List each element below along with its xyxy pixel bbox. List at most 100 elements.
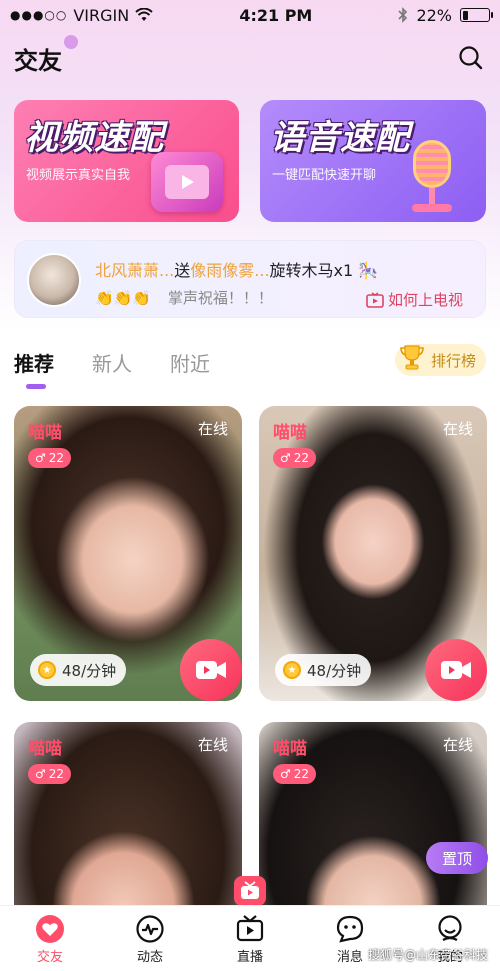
live-float-button[interactable] — [234, 876, 266, 906]
video-call-button[interactable] — [425, 639, 487, 701]
chat-face-icon — [336, 915, 364, 943]
play-icon — [182, 175, 194, 189]
bottom-navigation: 交友 动态 直播 消息 我的 搜狐号@山东帝谷科技 — [0, 905, 500, 971]
voice-match-title: 语音速配 — [270, 118, 410, 158]
heart-icon — [36, 915, 64, 943]
user-age: 22 — [48, 767, 65, 781]
tv-screen — [165, 165, 209, 199]
carousel-icon: 🎠 — [358, 261, 379, 280]
watermark: 搜狐号@山东帝谷科技 — [367, 948, 488, 962]
tab-new[interactable]: 新人 — [92, 348, 132, 377]
gift-sender[interactable]: 北风萧萧... — [95, 261, 174, 280]
status-left: ●●●○○ VIRGIN — [10, 6, 153, 25]
pin-to-top-button[interactable]: 置顶 — [426, 842, 488, 874]
video-camera-icon — [196, 661, 226, 679]
user-age: 22 — [293, 451, 310, 465]
user-name: 喵喵 — [273, 739, 307, 759]
app-header: 交友 — [0, 34, 500, 80]
video-match-card[interactable]: 视频速配 视频展示真实自我 — [14, 100, 239, 222]
page-title-text: 交友 — [14, 46, 62, 75]
online-status: 在线 — [197, 736, 228, 754]
how-to-get-on-tv-link[interactable]: 如何上电视 — [366, 289, 463, 310]
gift-blessing-line: 👏👏👏 掌声祝福！！！ — [95, 287, 273, 308]
online-status: 在线 — [442, 736, 473, 754]
search-icon — [459, 46, 483, 70]
user-name: 喵喵 — [28, 423, 62, 443]
status-right: 22% — [398, 5, 493, 25]
battery-level — [462, 10, 468, 20]
bluetooth-icon — [398, 7, 408, 23]
video-call-button[interactable] — [180, 639, 242, 701]
nav-label-live: 直播 — [236, 950, 263, 965]
gender-age-badge: ♂ 22 — [273, 764, 317, 784]
gift-receiver[interactable]: 像雨像雾... — [190, 261, 269, 280]
call-price-badge: ★ 48/分钟 — [275, 654, 372, 686]
microphone-icon — [406, 140, 458, 220]
gender-age-badge: ♂ 22 — [28, 448, 72, 468]
nav-item-moments[interactable]: 动态 — [100, 906, 200, 971]
voice-match-subtitle: 一键匹配快速开聊 — [272, 168, 377, 183]
tv-icon — [151, 152, 223, 212]
male-icon: ♂ — [35, 767, 46, 781]
online-status: 在线 — [442, 420, 473, 438]
call-price-badge: ★ 48/分钟 — [30, 654, 127, 686]
tab-recommend[interactable]: 推荐 — [14, 348, 54, 389]
voice-match-card[interactable]: 语音速配 一键匹配快速开聊 — [260, 100, 486, 222]
mic-stand — [429, 188, 435, 204]
filter-tabs: 推荐 新人 附近 排行榜 — [14, 340, 486, 389]
tv-play-icon — [366, 291, 384, 308]
leaderboard-label: 排行榜 — [430, 351, 476, 370]
nav-label-friends: 交友 — [36, 950, 63, 965]
coin-icon: ★ — [38, 661, 56, 679]
clap-icon: 👏👏👏 — [95, 289, 152, 307]
call-price: 48/分钟 — [307, 661, 362, 680]
trophy-icon — [400, 345, 424, 370]
male-icon: ♂ — [280, 451, 291, 465]
male-icon: ♂ — [280, 767, 291, 781]
gift-message: 北风萧萧...送像雨像雾...旋转木马x1 🎠 — [95, 257, 378, 281]
pulse-icon — [136, 915, 164, 943]
gender-age-badge: ♂ 22 — [273, 448, 317, 468]
nav-label-moments: 动态 — [136, 950, 163, 965]
call-price: 48/分钟 — [62, 661, 117, 680]
avatar[interactable] — [27, 253, 81, 307]
user-age: 22 — [293, 767, 310, 781]
signal-strength-icon: ●●●○○ — [10, 8, 68, 22]
person-icon — [438, 915, 462, 941]
pin-to-top-label: 置顶 — [441, 849, 472, 868]
male-icon: ♂ — [35, 451, 46, 465]
tab-nearby[interactable]: 附近 — [170, 348, 210, 377]
nav-label-messages: 消息 — [336, 950, 363, 965]
battery-percent: 22% — [416, 5, 452, 25]
user-card[interactable]: 喵喵 在线 ♂ 22 ★ 48/分钟 — [259, 406, 487, 701]
video-match-title: 视频速配 — [24, 118, 164, 158]
user-name: 喵喵 — [273, 423, 307, 443]
battery-icon — [460, 8, 493, 22]
carrier-name: VIRGIN — [73, 5, 130, 25]
mic-base — [412, 204, 452, 212]
how-to-get-on-tv-label: 如何上电视 — [387, 291, 463, 309]
nav-item-live[interactable]: 直播 — [200, 906, 300, 971]
search-button[interactable] — [456, 43, 486, 73]
page-title: 交友 — [14, 34, 78, 76]
mic-head — [413, 140, 451, 188]
user-age: 22 — [48, 451, 65, 465]
tv-icon — [241, 881, 259, 899]
status-time: 4:21 PM — [239, 5, 313, 25]
wifi-icon — [135, 8, 153, 21]
video-camera-icon — [441, 661, 471, 679]
gender-age-badge: ♂ 22 — [28, 764, 72, 784]
status-bar: ●●●○○ VIRGIN 4:21 PM 22% — [0, 0, 500, 30]
online-status: 在线 — [197, 420, 228, 438]
decorative-dot — [64, 34, 78, 49]
gift-verb: 送 — [174, 261, 191, 280]
gift-broadcast-banner[interactable]: 北风萧萧...送像雨像雾...旋转木马x1 🎠 👏👏👏 掌声祝福！！！ 如何上电… — [14, 240, 486, 318]
video-match-subtitle: 视频展示真实自我 — [26, 168, 131, 183]
tv-icon — [236, 915, 264, 942]
gift-blessing: 掌声祝福！！！ — [167, 289, 273, 307]
gift-item: 旋转木马x1 — [269, 261, 354, 280]
nav-item-friends[interactable]: 交友 — [0, 906, 100, 971]
leaderboard-button[interactable]: 排行榜 — [394, 344, 486, 376]
coin-icon: ★ — [283, 661, 301, 679]
user-card[interactable]: 喵喵 在线 ♂ 22 ★ 48/分钟 — [14, 406, 242, 701]
